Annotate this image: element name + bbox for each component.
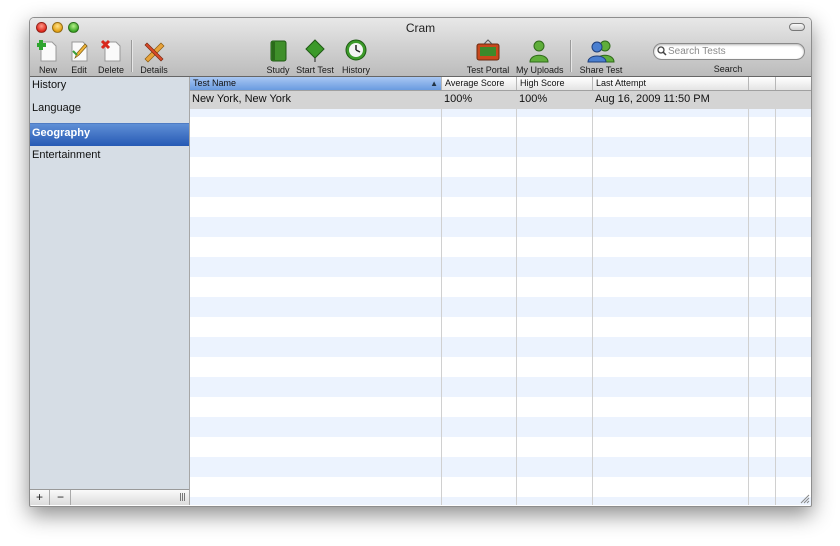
sidebar-bottom-bar: + − bbox=[30, 489, 189, 505]
search-icon bbox=[657, 46, 667, 56]
start-test-flag-icon bbox=[305, 39, 325, 62]
details-pencil-ruler-icon bbox=[144, 42, 165, 63]
history-button[interactable]: History bbox=[339, 39, 373, 75]
edit-button[interactable]: Edit bbox=[66, 39, 92, 75]
edit-pencil-icon bbox=[71, 41, 88, 62]
new-button[interactable]: New bbox=[35, 39, 61, 75]
user-person-icon bbox=[529, 40, 549, 63]
history-label: History bbox=[341, 65, 370, 75]
search-label: Search bbox=[713, 64, 743, 74]
column-divider bbox=[592, 91, 593, 505]
start-test-label: Start Test bbox=[296, 65, 334, 75]
category-sidebar: History Language Geography Entertainment… bbox=[30, 77, 190, 505]
delete-document-icon bbox=[100, 39, 121, 62]
search-input[interactable] bbox=[668, 44, 796, 59]
column-header-label: High Score bbox=[520, 78, 565, 88]
column-header-test-name[interactable]: Test Name ▲ bbox=[190, 77, 442, 90]
tests-table: Test Name ▲ Average Score High Score Las… bbox=[190, 77, 811, 505]
my-uploads-label: My Uploads bbox=[516, 65, 564, 75]
test-portal-label: Test Portal bbox=[466, 65, 510, 75]
column-header-empty bbox=[749, 77, 776, 90]
column-divider bbox=[748, 91, 749, 505]
table-header: Test Name ▲ Average Score High Score Las… bbox=[190, 77, 811, 91]
test-portal-tv-icon bbox=[476, 39, 500, 61]
share-test-label: Share Test bbox=[579, 65, 623, 75]
new-label: New bbox=[38, 65, 57, 75]
cell-last-attempt: Aug 16, 2009 11:50 PM bbox=[595, 93, 710, 105]
sidebar-item-entertainment[interactable]: Entertainment bbox=[30, 148, 189, 171]
app-window: Cram New Edit Delete Details Study Start… bbox=[29, 17, 812, 507]
sidebar-item-label: Language bbox=[32, 102, 81, 114]
toolbar-toggle-button[interactable] bbox=[789, 23, 805, 31]
column-header-high-score[interactable]: High Score bbox=[517, 77, 593, 90]
study-button[interactable]: Study bbox=[264, 39, 292, 75]
cell-high-score: 100% bbox=[519, 93, 548, 105]
column-header-average-score[interactable]: Average Score bbox=[442, 77, 517, 90]
column-header-label: Average Score bbox=[445, 78, 505, 88]
table-row[interactable]: New York, New York 100% 100% Aug 16, 200… bbox=[190, 91, 811, 109]
sidebar-item-label: History bbox=[32, 79, 67, 91]
column-divider bbox=[441, 91, 442, 505]
column-header-label: Last Attempt bbox=[596, 78, 647, 88]
cell-test-name: New York, New York bbox=[192, 93, 292, 105]
details-label: Details bbox=[140, 65, 168, 75]
share-test-button[interactable]: Share Test bbox=[578, 39, 624, 75]
window-title: Cram bbox=[405, 21, 436, 35]
test-portal-button[interactable]: Test Portal bbox=[466, 39, 510, 75]
column-divider bbox=[516, 91, 517, 505]
study-label: Study bbox=[266, 65, 290, 75]
delete-label: Delete bbox=[97, 65, 124, 75]
study-book-icon bbox=[270, 40, 287, 62]
remove-category-button[interactable]: − bbox=[51, 490, 71, 505]
my-uploads-button[interactable]: My Uploads bbox=[516, 39, 564, 75]
cell-average-score: 100% bbox=[444, 93, 473, 105]
sidebar-item-geography[interactable]: Geography bbox=[30, 123, 189, 146]
column-divider bbox=[775, 91, 776, 505]
sidebar-resize-handle[interactable] bbox=[180, 493, 186, 501]
toolbar-separator bbox=[570, 40, 572, 72]
column-header-last-attempt[interactable]: Last Attempt bbox=[593, 77, 749, 90]
add-category-button[interactable]: + bbox=[30, 490, 50, 505]
sidebar-item-history[interactable]: History bbox=[30, 78, 189, 101]
sidebar-item-label: Geography bbox=[32, 127, 91, 139]
toolbar-separator bbox=[131, 40, 133, 72]
delete-button[interactable]: Delete bbox=[96, 39, 126, 75]
column-header-label: Test Name bbox=[193, 78, 237, 88]
history-clock-icon bbox=[345, 39, 367, 61]
edit-label: Edit bbox=[71, 65, 87, 75]
share-people-icon bbox=[587, 40, 615, 63]
sidebar-item-language[interactable]: Language bbox=[30, 101, 189, 124]
window-resize-grip-icon[interactable] bbox=[800, 494, 810, 504]
search-field[interactable] bbox=[653, 43, 805, 60]
toolbar: Cram New Edit Delete Details Study Start… bbox=[30, 18, 811, 77]
start-test-button[interactable]: Start Test bbox=[294, 39, 336, 75]
new-document-icon bbox=[37, 40, 57, 62]
details-button[interactable]: Details bbox=[138, 39, 170, 75]
sort-ascending-icon: ▲ bbox=[430, 79, 438, 88]
sidebar-item-label: Entertainment bbox=[32, 149, 101, 161]
